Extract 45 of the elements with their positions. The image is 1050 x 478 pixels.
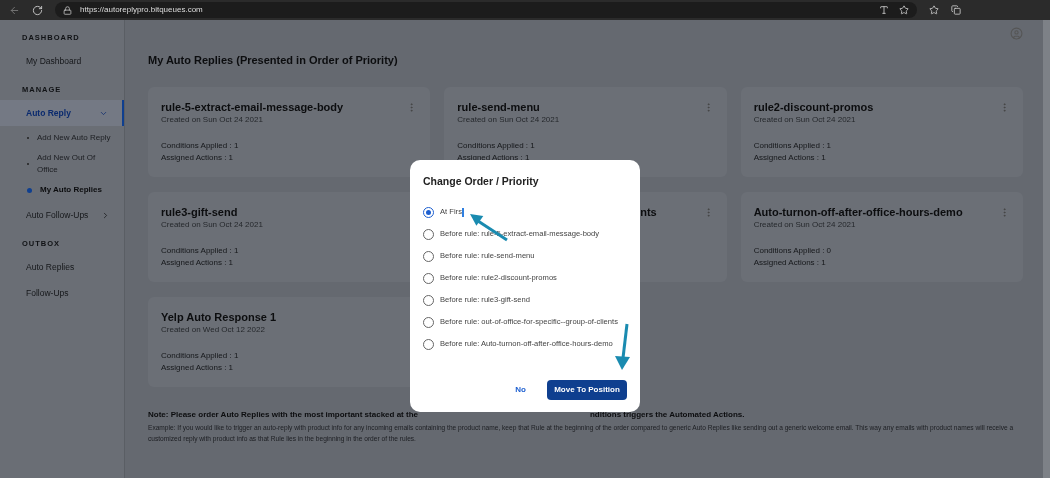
url-text: https://autoreplypro.bitqueues.com — [80, 4, 203, 16]
bullet-icon — [27, 187, 32, 193]
lock-icon — [63, 5, 72, 15]
reload-icon[interactable] — [32, 4, 43, 16]
dialog-title: Change Order / Priority — [423, 174, 540, 188]
actions-count: Assigned Actions : 1 — [161, 362, 235, 374]
card-title: Yelp Auto Response 1 — [161, 310, 277, 324]
sidebar-item[interactable]: Auto Replies — [0, 254, 124, 280]
sidebar-subitem[interactable]: My Auto Replies — [0, 180, 124, 200]
note-text: nditions triggers the Automated Actions. — [590, 409, 745, 421]
sidebar-subitem[interactable]: Add New Out Of Office — [0, 148, 124, 180]
card-title: rule3-gift-send — [161, 205, 238, 219]
move-to-position-button[interactable]: Move To Position — [547, 380, 627, 400]
favorite-icon[interactable] — [899, 5, 909, 15]
actions-count: Assigned Actions : 1 — [161, 257, 235, 269]
actions-count: Assigned Actions : 1 — [753, 257, 827, 269]
address-bar[interactable]: https://autoreplypro.bitqueues.com — [55, 2, 917, 18]
text-cursor-icon — [461, 207, 464, 217]
page-title: My Auto Replies (Presented in Order of Priority) — [148, 53, 399, 68]
conditions-count: Conditions Applied : 1 — [161, 140, 240, 152]
conditions-count: Conditions Applied : 1 — [457, 140, 536, 152]
scrollbar[interactable] — [1043, 20, 1050, 478]
actions-count: Assigned Actions : 1 — [753, 152, 827, 164]
collections-icon[interactable] — [951, 5, 961, 15]
conditions-count: Conditions Applied : 0 — [753, 245, 833, 257]
chevron-right-icon — [101, 210, 110, 220]
sidebar-subitem[interactable]: Add New Auto Reply — [0, 128, 124, 148]
card-title: rule-send-menu — [457, 100, 540, 114]
card-title: Auto-turnon-off-after-office-hours-demo — [753, 205, 963, 219]
note-text: Note: Please order Auto Replies with the most important stacked at the — [148, 409, 418, 421]
conditions-count: Conditions Applied : 1 — [161, 245, 240, 257]
sidebar-item[interactable]: Auto Follow-Ups — [0, 202, 124, 228]
card-title: nts — [640, 205, 657, 219]
actions-count: Assigned Actions : 1 — [161, 152, 235, 164]
card-title: rule2-discount-promos — [753, 100, 874, 114]
read-aloud-icon[interactable] — [879, 5, 889, 15]
favorites-icon[interactable] — [929, 5, 939, 15]
no-button[interactable]: No — [511, 384, 530, 396]
sidebar-item[interactable]: Auto Reply — [0, 100, 124, 126]
conditions-count: Conditions Applied : 1 — [753, 140, 833, 152]
card-title: rule-5-extract-email-message-body — [161, 100, 344, 114]
sidebar-item[interactable]: Follow-Ups — [0, 280, 124, 306]
conditions-count: Conditions Applied : 1 — [161, 350, 240, 362]
back-icon[interactable] — [9, 4, 20, 16]
sidebar-item[interactable]: My Dashboard — [0, 48, 124, 74]
